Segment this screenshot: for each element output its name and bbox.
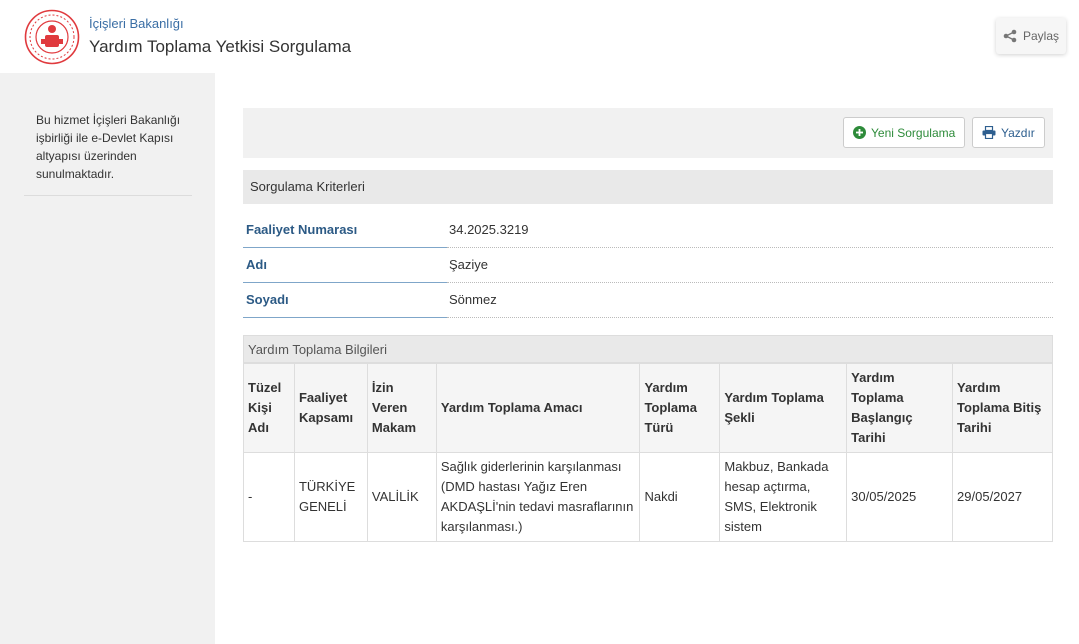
criteria-label: Soyadı bbox=[243, 283, 447, 318]
column-header: Yardım Toplama Başlangıç Tarihi bbox=[846, 363, 954, 453]
share-icon bbox=[1003, 29, 1017, 43]
sidebar-divider bbox=[24, 195, 192, 196]
column-header: Tüzel Kişi Adı bbox=[243, 363, 295, 453]
column-header: Yardım Toplama Bitiş Tarihi bbox=[952, 363, 1053, 453]
column-header: Yardım Toplama Amacı bbox=[435, 363, 641, 453]
print-button[interactable]: Yazdır bbox=[972, 117, 1045, 148]
column-header: Faaliyet Kapsamı bbox=[293, 363, 368, 453]
table-cell: Makbuz, Bankada hesap açtırma, SMS, Elek… bbox=[719, 452, 848, 542]
new-query-label: Yeni Sorgulama bbox=[871, 125, 956, 140]
results-table: Tüzel Kişi Adı Faaliyet Kapsamı İzin Ver… bbox=[243, 363, 1053, 542]
table-cell: VALİLİK bbox=[366, 452, 437, 542]
table-row: - TÜRKİYE GENELİ VALİLİK Sağlık giderler… bbox=[243, 452, 1053, 542]
criteria-value: Sönmez bbox=[447, 283, 1053, 318]
page-title: Yardım Toplama Yetkisi Sorgulama bbox=[89, 37, 352, 56]
results-section: Yardım Toplama Bilgileri Tüzel Kişi Adı … bbox=[243, 335, 1053, 542]
table-header-row: Tüzel Kişi Adı Faaliyet Kapsamı İzin Ver… bbox=[243, 363, 1053, 453]
criteria-value: 34.2025.3219 bbox=[447, 213, 1053, 248]
table-cell: TÜRKİYE GENELİ bbox=[293, 452, 368, 542]
new-query-button[interactable]: Yeni Sorgulama bbox=[843, 117, 966, 148]
share-button[interactable]: Paylaş bbox=[996, 18, 1066, 54]
ministry-logo-icon bbox=[24, 9, 80, 65]
criteria-value: Şaziye bbox=[447, 248, 1053, 283]
column-header: İzin Veren Makam bbox=[366, 363, 437, 453]
ministry-name[interactable]: İçişleri Bakanlığı bbox=[89, 16, 184, 31]
main-content: Yeni Sorgulama Yazdır Sorgulama Kriterle… bbox=[215, 73, 1079, 644]
column-header: Yardım Toplama Şekli bbox=[719, 363, 848, 453]
table-cell: - bbox=[243, 452, 295, 542]
results-heading: Yardım Toplama Bilgileri bbox=[243, 335, 1053, 363]
sidebar: Bu hizmet İçişleri Bakanlığı işbirliği i… bbox=[0, 73, 215, 644]
table-cell: 30/05/2025 bbox=[846, 452, 954, 542]
page-header: İçişleri Bakanlığı Yardım Toplama Yetkis… bbox=[0, 0, 1079, 73]
criteria-row: Adı Şaziye bbox=[243, 248, 1053, 283]
table-cell: Nakdi bbox=[639, 452, 721, 542]
plus-circle-icon bbox=[853, 126, 866, 139]
criteria-label: Adı bbox=[243, 248, 447, 283]
table-cell: Sağlık giderlerinin karşılanması (DMD ha… bbox=[435, 452, 641, 542]
criteria-row: Soyadı Sönmez bbox=[243, 283, 1053, 318]
printer-icon bbox=[982, 126, 996, 139]
criteria-label: Faaliyet Numarası bbox=[243, 213, 447, 248]
print-label: Yazdır bbox=[1001, 125, 1035, 140]
action-toolbar: Yeni Sorgulama Yazdır bbox=[243, 108, 1053, 158]
criteria-row: Faaliyet Numarası 34.2025.3219 bbox=[243, 213, 1053, 248]
criteria-heading: Sorgulama Kriterleri bbox=[243, 170, 1053, 204]
service-info-text: Bu hizmet İçişleri Bakanlığı işbirliği i… bbox=[36, 113, 181, 181]
share-label: Paylaş bbox=[1022, 29, 1060, 43]
table-cell: 29/05/2027 bbox=[952, 452, 1053, 542]
column-header: Yardım Toplama Türü bbox=[639, 363, 721, 453]
